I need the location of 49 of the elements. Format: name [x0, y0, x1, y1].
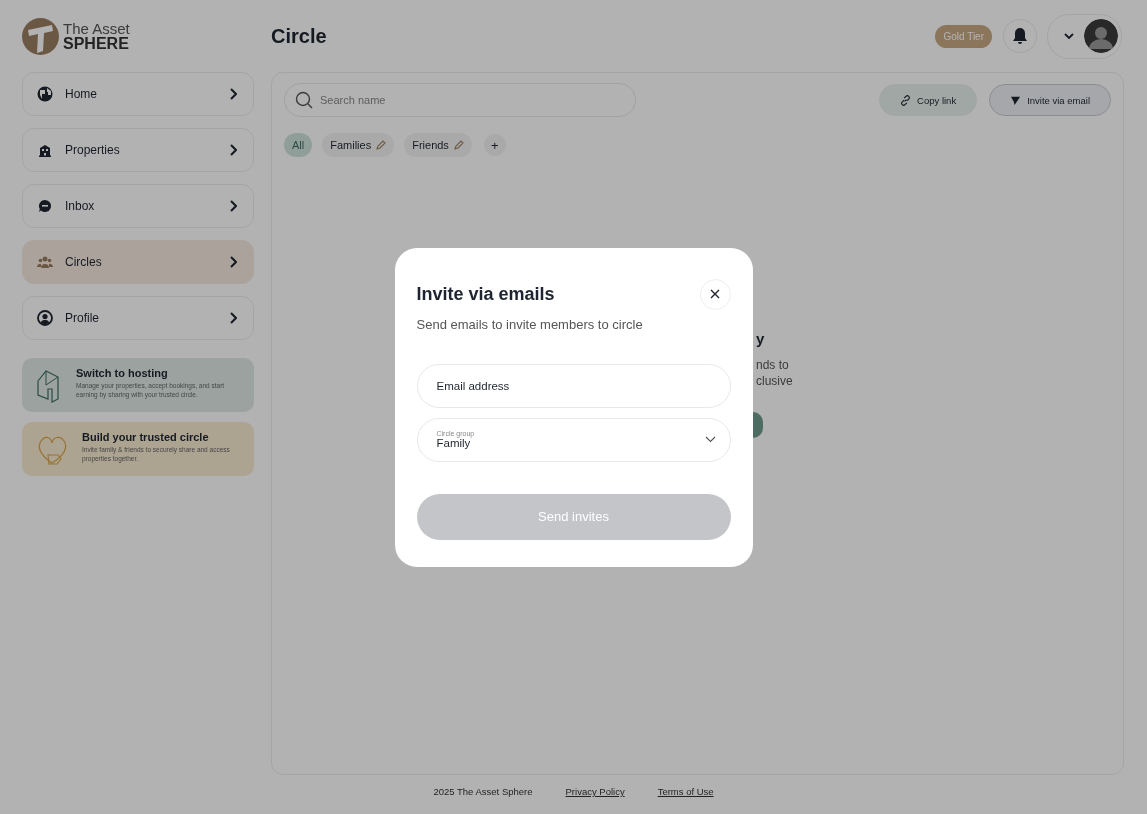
promo-title: Switch to hosting — [76, 367, 169, 379]
search-icon — [295, 91, 313, 109]
invite-button[interactable]: Invite via email — [989, 84, 1111, 116]
chevron-right-icon — [229, 88, 237, 100]
chevron-down-icon — [704, 436, 716, 443]
dialog-title: Invite via emails — [416, 283, 555, 305]
chevron-right-icon — [229, 256, 237, 268]
sidebar-item[interactable]: Circles — [22, 240, 254, 284]
add-filter-button[interactable]: + — [483, 134, 506, 156]
empty-state-button[interactable] — [753, 412, 763, 438]
building-icon — [38, 143, 52, 157]
dialog-subtitle: Send emails to invite members to circle — [416, 316, 644, 332]
notifications-button[interactable] — [1003, 19, 1037, 53]
logo-text: The Asset — [63, 20, 130, 36]
close-button[interactable] — [699, 278, 731, 310]
house-outline-icon — [36, 369, 62, 403]
copy-link-button[interactable]: Copy link — [879, 84, 978, 116]
sidebar-item[interactable]: Inbox — [22, 184, 254, 228]
empty-state-text: nds to — [756, 358, 789, 372]
search-field[interactable]: Search name — [284, 83, 636, 117]
empty-state-title: y — [756, 330, 765, 347]
link-icon — [900, 94, 912, 106]
close-icon — [710, 289, 720, 299]
avatar — [1084, 19, 1118, 53]
chat-icon — [38, 199, 52, 213]
promo-title: Build your trusted circle — [82, 431, 210, 443]
user-icon — [37, 310, 53, 326]
chevron-right-icon — [229, 312, 237, 324]
chevron-down-icon — [1064, 32, 1074, 40]
tier-badge: Gold Tier — [935, 24, 992, 48]
page-title: Circle — [271, 24, 328, 48]
sidebar-item[interactable]: Properties — [22, 128, 254, 172]
filter-chip[interactable]: Families — [322, 133, 395, 157]
user-menu[interactable] — [1047, 13, 1122, 59]
people-icon — [37, 255, 53, 269]
empty-state-text: clusive — [756, 374, 793, 388]
chevron-right-icon — [229, 200, 237, 212]
filter-chip[interactable]: All — [284, 133, 313, 157]
sidebar-item[interactable]: Profile — [22, 296, 254, 340]
logo-icon — [22, 17, 59, 55]
footer-link[interactable]: Privacy Policy — [565, 786, 625, 797]
bell-icon — [1012, 27, 1028, 45]
chevron-right-icon — [229, 144, 237, 156]
filter-chip[interactable]: Friends — [404, 133, 472, 157]
sidebar-item[interactable]: Home — [22, 72, 254, 116]
footer-link[interactable]: Terms of Use — [657, 786, 714, 797]
logo-text: SPHERE — [63, 35, 130, 52]
email-field[interactable]: Email address — [416, 363, 731, 408]
copyright-text: 2025 The Asset Sphere — [433, 786, 533, 797]
